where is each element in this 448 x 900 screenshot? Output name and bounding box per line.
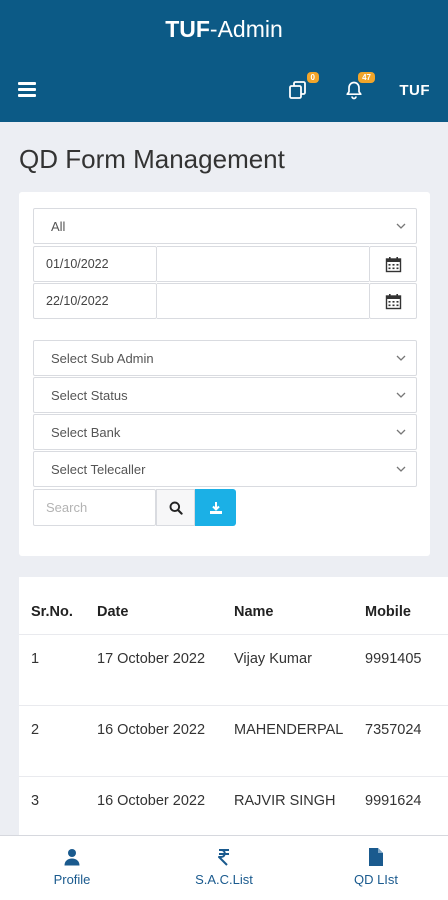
divider: [19, 776, 448, 777]
column-header-sr-no: Sr.No.: [31, 604, 73, 620]
column-header-name: Name: [234, 604, 274, 620]
chevron-down-icon: [396, 429, 406, 435]
cell-name: RAJVIR SINGH: [234, 793, 336, 809]
cell-name: MAHENDERPAL: [234, 722, 344, 738]
bank-select-value: Select Bank: [51, 424, 121, 440]
sub-admin-select-value: Select Sub Admin: [51, 350, 154, 366]
notifications-button[interactable]: 47: [344, 72, 375, 100]
from-date-spacer: [157, 246, 369, 282]
cell-mobile: 7357024: [365, 722, 422, 738]
nav-sac-list[interactable]: S.A.C.List: [164, 846, 284, 887]
cell-sr-no: 3: [31, 793, 40, 809]
copy-icon: [289, 81, 306, 99]
search-button[interactable]: [156, 489, 195, 526]
telecaller-select-value: Select Telecaller: [51, 461, 146, 477]
status-select[interactable]: Select Status: [33, 377, 417, 413]
nav-profile-label: Profile: [53, 872, 91, 887]
cell-date: 16 October 2022: [97, 722, 206, 738]
search-icon: [169, 501, 183, 515]
type-select[interactable]: All: [33, 208, 417, 244]
to-date-calendar-button[interactable]: [369, 283, 417, 319]
qd-forms-table: Sr.No. Date Name Mobile 1 17 October 202…: [19, 577, 448, 847]
app-header: TUF-Admin 0 47 TUF: [0, 0, 448, 122]
page-title: QD Form Management: [19, 144, 285, 174]
cell-sr-no: 1: [31, 651, 40, 667]
bank-select[interactable]: Select Bank: [33, 414, 417, 450]
cell-date: 17 October 2022: [97, 651, 206, 667]
search-input[interactable]: [33, 489, 156, 526]
telecaller-select[interactable]: Select Telecaller: [33, 451, 417, 487]
to-date-spacer: [157, 283, 369, 319]
chevron-down-icon: [396, 392, 406, 398]
divider: [19, 705, 448, 706]
filter-panel: All 01/10/2022 22/10/2022 Select Sub Adm…: [19, 192, 430, 556]
notification-count-badge: 47: [358, 72, 375, 83]
bottom-navigation: Profile S.A.C.List QD LIst: [0, 835, 448, 900]
download-button[interactable]: [195, 489, 236, 526]
document-icon: [369, 848, 383, 866]
chevron-down-icon: [396, 223, 406, 229]
copy-forms-button[interactable]: 0: [288, 72, 319, 100]
app-brand: TUF-Admin: [165, 16, 283, 42]
user-menu[interactable]: TUF: [399, 82, 430, 99]
user-icon: [64, 849, 80, 866]
nav-profile[interactable]: Profile: [12, 846, 132, 887]
chevron-down-icon: [396, 355, 406, 361]
bell-icon: [346, 81, 362, 100]
from-date-input[interactable]: 01/10/2022: [33, 246, 157, 282]
download-icon: [209, 501, 222, 514]
calendar-icon: [385, 256, 401, 272]
to-date-input[interactable]: 22/10/2022: [33, 283, 157, 319]
column-header-mobile: Mobile: [365, 604, 411, 620]
calendar-icon: [385, 293, 401, 309]
cell-mobile: 9991405: [365, 651, 422, 667]
column-header-date: Date: [97, 604, 129, 620]
status-select-value: Select Status: [51, 387, 128, 403]
cell-name: Vijay Kumar: [234, 651, 312, 667]
cell-sr-no: 2: [31, 722, 40, 738]
chevron-down-icon: [396, 466, 406, 472]
cell-mobile: 9991624: [365, 793, 422, 809]
type-select-value: All: [51, 218, 66, 234]
nav-qd-list-label: QD LIst: [353, 872, 399, 887]
nav-qd-list[interactable]: QD LIst: [316, 846, 436, 887]
rupee-icon: [218, 849, 229, 866]
divider: [19, 634, 448, 635]
copy-count-badge: 0: [306, 72, 319, 83]
sub-admin-select[interactable]: Select Sub Admin: [33, 340, 417, 376]
from-date-calendar-button[interactable]: [369, 246, 417, 282]
hamburger-menu-icon[interactable]: [18, 82, 36, 97]
nav-sac-list-label: S.A.C.List: [195, 872, 253, 887]
cell-date: 16 October 2022: [97, 793, 206, 809]
